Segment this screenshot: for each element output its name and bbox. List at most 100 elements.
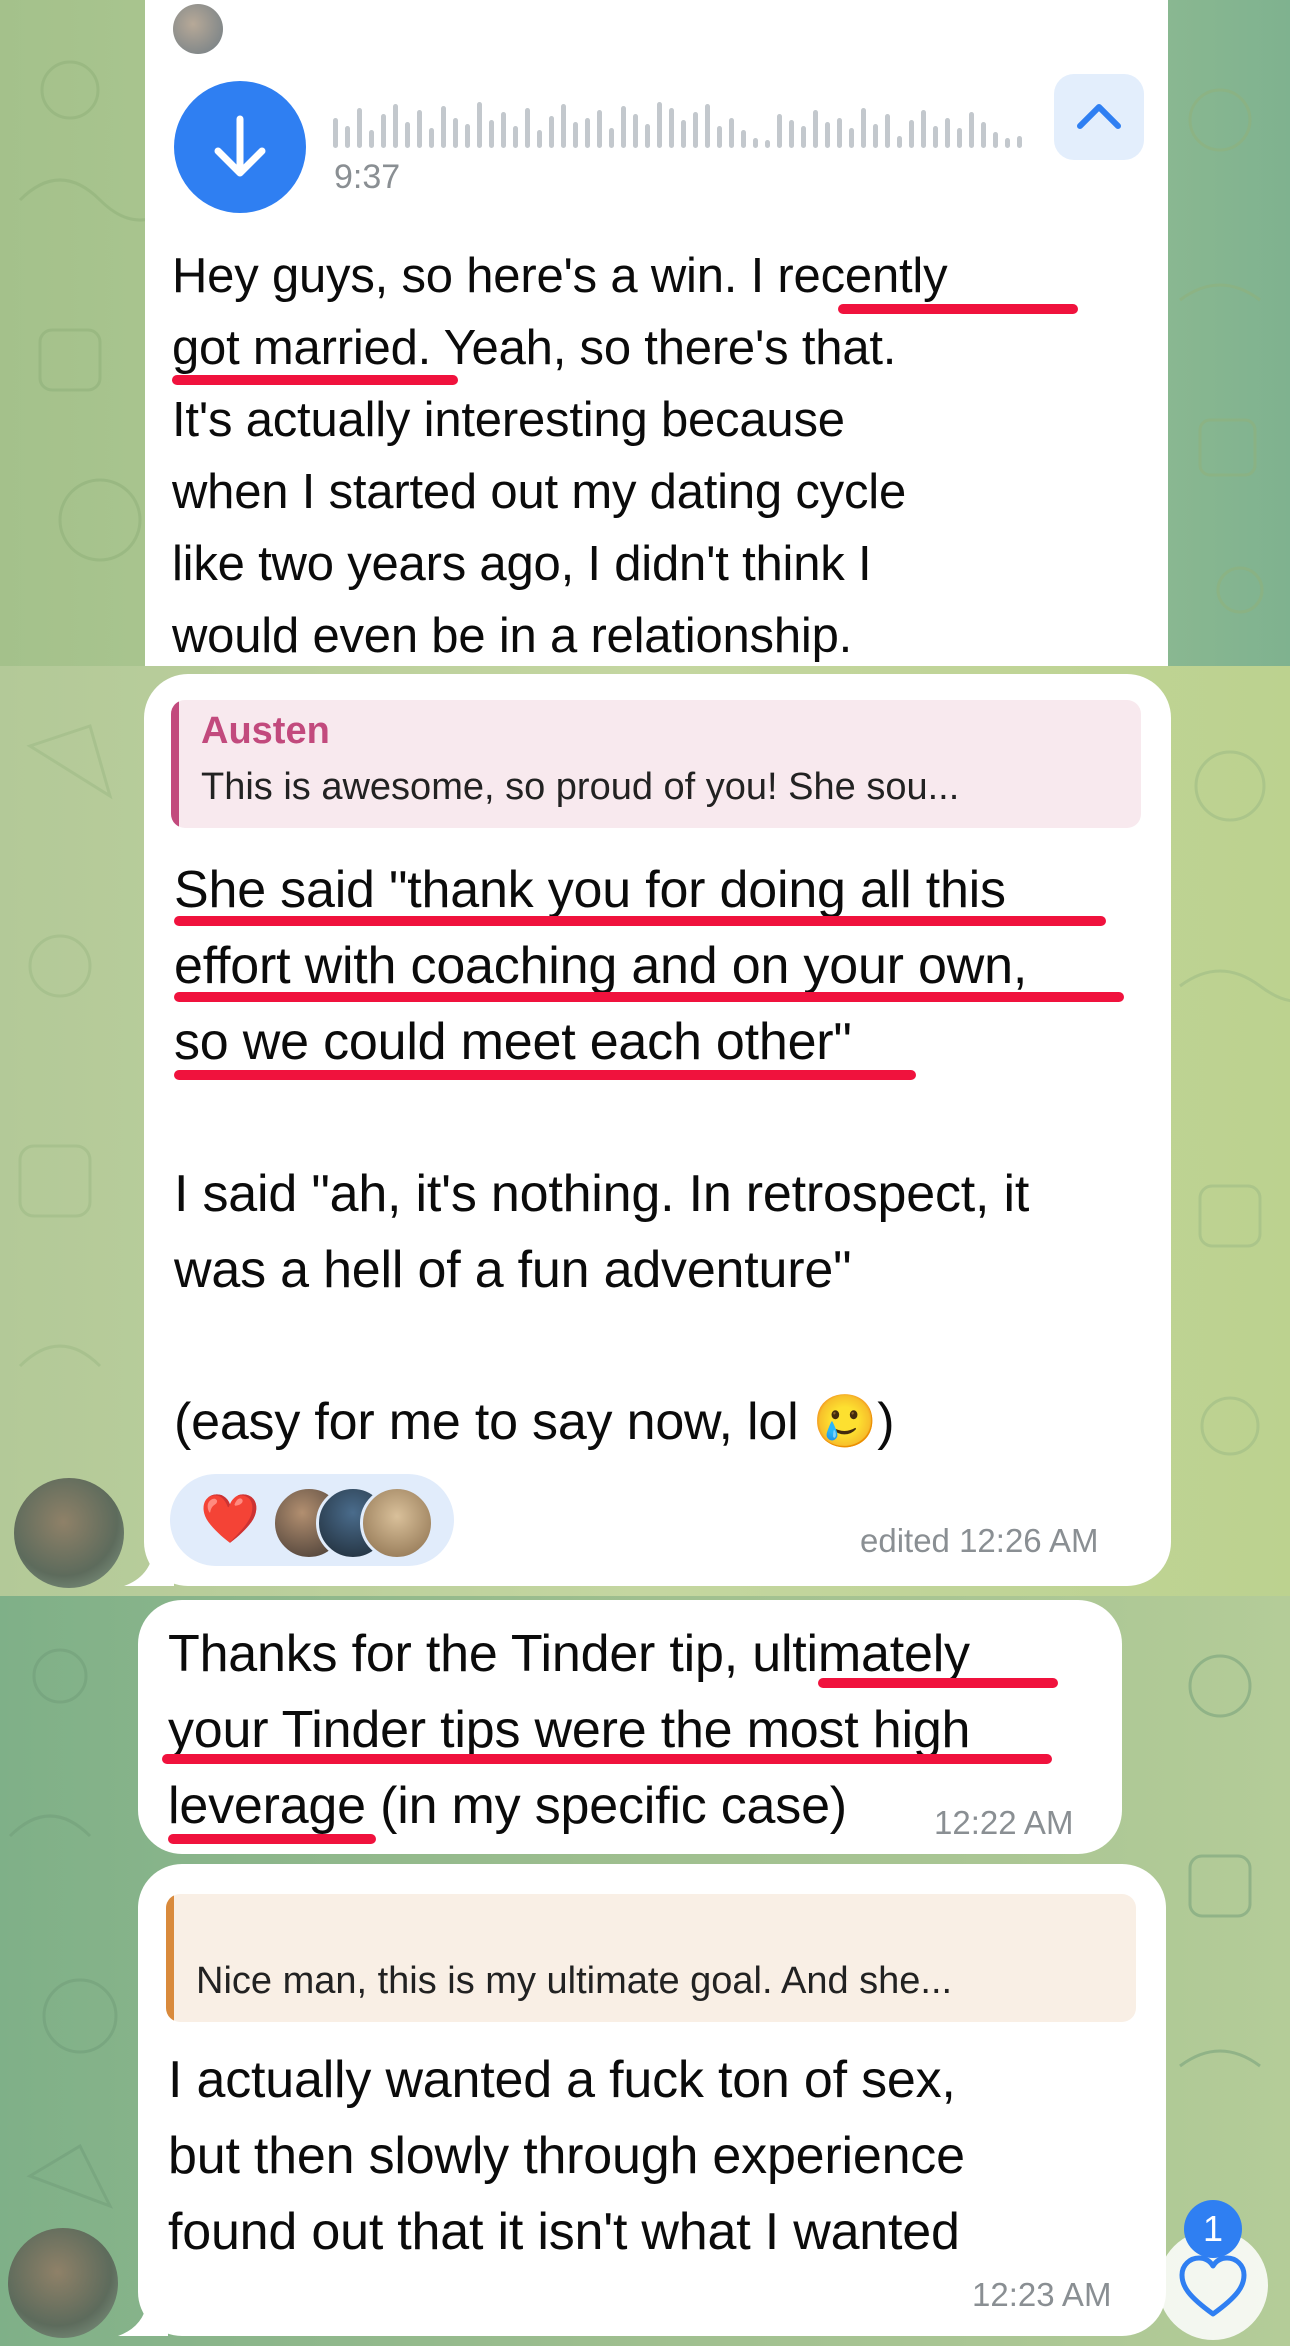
message-timestamp: 12:22 AM <box>934 1804 1074 1841</box>
waveform-bar <box>417 110 422 148</box>
waveform-bar <box>861 108 866 148</box>
waveform-bar <box>573 122 578 148</box>
sender-avatar-small[interactable] <box>173 4 223 54</box>
message-line: got married. Yeah, so there's that. <box>172 321 897 375</box>
reactions-bar[interactable]: ❤️ <box>170 1474 454 1566</box>
waveform-bar <box>765 140 770 148</box>
badge-count: 1 <box>1202 2208 1224 2249</box>
chat-panel-1: 9:37 Hey guys, so here's a win. I recent… <box>0 0 1290 666</box>
message-line: when I started out my dating cycle <box>172 465 907 519</box>
reply-quote-bar <box>171 700 179 828</box>
message-line: was a hell of a fun adventure" <box>174 1241 852 1299</box>
waveform-bar <box>1017 136 1022 148</box>
sender-avatar[interactable] <box>14 1478 124 1588</box>
highlight-underline <box>168 1834 376 1844</box>
waveform-bar <box>597 110 602 148</box>
message-timestamp: 12:23 AM <box>972 2276 1112 2313</box>
chat-panel-3: Thanks for the Tinder tip, ultimately yo… <box>0 1596 1290 2346</box>
waveform-bar <box>957 128 962 148</box>
message-line: but then slowly through experience <box>168 2127 965 2185</box>
waveform-bar <box>729 118 734 148</box>
unread-reactions-badge: 1 <box>1184 2200 1242 2258</box>
waveform-bar <box>405 122 410 148</box>
waveform-bar <box>717 126 722 148</box>
message-line: so we could meet each other" <box>174 1013 852 1071</box>
waveform-bar <box>621 106 626 148</box>
waveform-bar <box>549 116 554 148</box>
message-line: would even be in a relationship. <box>172 609 853 663</box>
waveform-bar <box>801 126 806 148</box>
collapse-transcript-button[interactable] <box>1054 74 1144 160</box>
waveform-bar <box>429 128 434 148</box>
highlight-underline <box>174 916 1106 926</box>
waveform-bar <box>645 124 650 148</box>
waveform-bar <box>945 118 950 148</box>
highlight-underline <box>174 1070 916 1080</box>
waveform-bar <box>609 128 614 148</box>
waveform-bar <box>837 118 842 148</box>
waveform-bar <box>705 104 710 148</box>
message-timestamp: edited 12:26 AM <box>860 1522 1099 1559</box>
waveform-bar <box>993 132 998 148</box>
waveform-bar <box>561 104 566 148</box>
waveform-bar <box>873 124 878 148</box>
waveform-bar <box>453 118 458 148</box>
message-line: found out that it isn't what I wanted <box>168 2203 960 2261</box>
message-line: like two years ago, I didn't think I <box>172 537 872 591</box>
waveform-bar <box>477 102 482 148</box>
waveform-bar <box>489 120 494 148</box>
voice-duration: 9:37 <box>334 158 401 196</box>
waveform-bar <box>381 114 386 148</box>
message-line: It's actually interesting because <box>172 393 845 447</box>
waveform-bar <box>669 108 674 148</box>
voice-waveform[interactable] <box>333 96 1023 148</box>
reply-snippet: Nice man, this is my ultimate goal. And … <box>196 1960 953 2002</box>
waveform-bar <box>1005 138 1010 148</box>
waveform-bar <box>633 114 638 148</box>
waveform-bar <box>789 120 794 148</box>
reply-quote[interactable]: Nice man, this is my ultimate goal. And … <box>166 1894 1136 2022</box>
sender-avatar[interactable] <box>8 2228 118 2338</box>
waveform-bar <box>465 124 470 148</box>
highlight-underline <box>162 1754 1052 1764</box>
waveform-bar <box>933 126 938 148</box>
waveform-bar <box>777 114 782 148</box>
message-line: I actually wanted a fuck ton of sex, <box>168 2051 956 2109</box>
waveform-bar <box>525 108 530 148</box>
chevron-up-icon <box>1077 104 1121 129</box>
highlight-underline <box>172 375 458 385</box>
waveform-bar <box>969 112 974 148</box>
reply-quote-bar <box>166 1894 174 2022</box>
waveform-bar <box>753 138 758 148</box>
waveform-bar <box>909 120 914 148</box>
reactor-avatar <box>360 1486 434 1560</box>
waveform-bar <box>849 128 854 148</box>
waveform-bar <box>657 102 662 148</box>
waveform-bar <box>813 110 818 148</box>
waveform-bar <box>345 126 350 148</box>
waveform-bar <box>369 130 374 148</box>
chat-panel-2: Austen This is awesome, so proud of you!… <box>0 666 1290 1596</box>
highlight-underline <box>174 992 1124 1002</box>
reply-snippet: This is awesome, so proud of you! She so… <box>201 766 960 808</box>
bubble-tail <box>118 2296 168 2336</box>
waveform-bar <box>681 120 686 148</box>
waveform-bar <box>825 122 830 148</box>
waveform-bar <box>393 104 398 148</box>
bubble-tail <box>124 1546 174 1586</box>
heart-reaction: ❤️ <box>200 1493 260 1546</box>
waveform-bar <box>741 130 746 148</box>
voice-download-button[interactable] <box>174 81 306 213</box>
waveform-bar <box>501 112 506 148</box>
waveform-bar <box>513 126 518 148</box>
waveform-bar <box>441 106 446 148</box>
waveform-bar <box>885 114 890 148</box>
reply-quote[interactable]: Austen This is awesome, so proud of you!… <box>171 700 1141 828</box>
highlight-underline <box>818 1678 1058 1688</box>
highlight-underline <box>838 304 1078 314</box>
message-line: Hey guys, so here's a win. I recently <box>172 249 948 303</box>
waveform-bar <box>921 110 926 148</box>
waveform-bar <box>693 112 698 148</box>
message-line: leverage (in my specific case) <box>168 1777 847 1835</box>
waveform-bar <box>981 122 986 148</box>
